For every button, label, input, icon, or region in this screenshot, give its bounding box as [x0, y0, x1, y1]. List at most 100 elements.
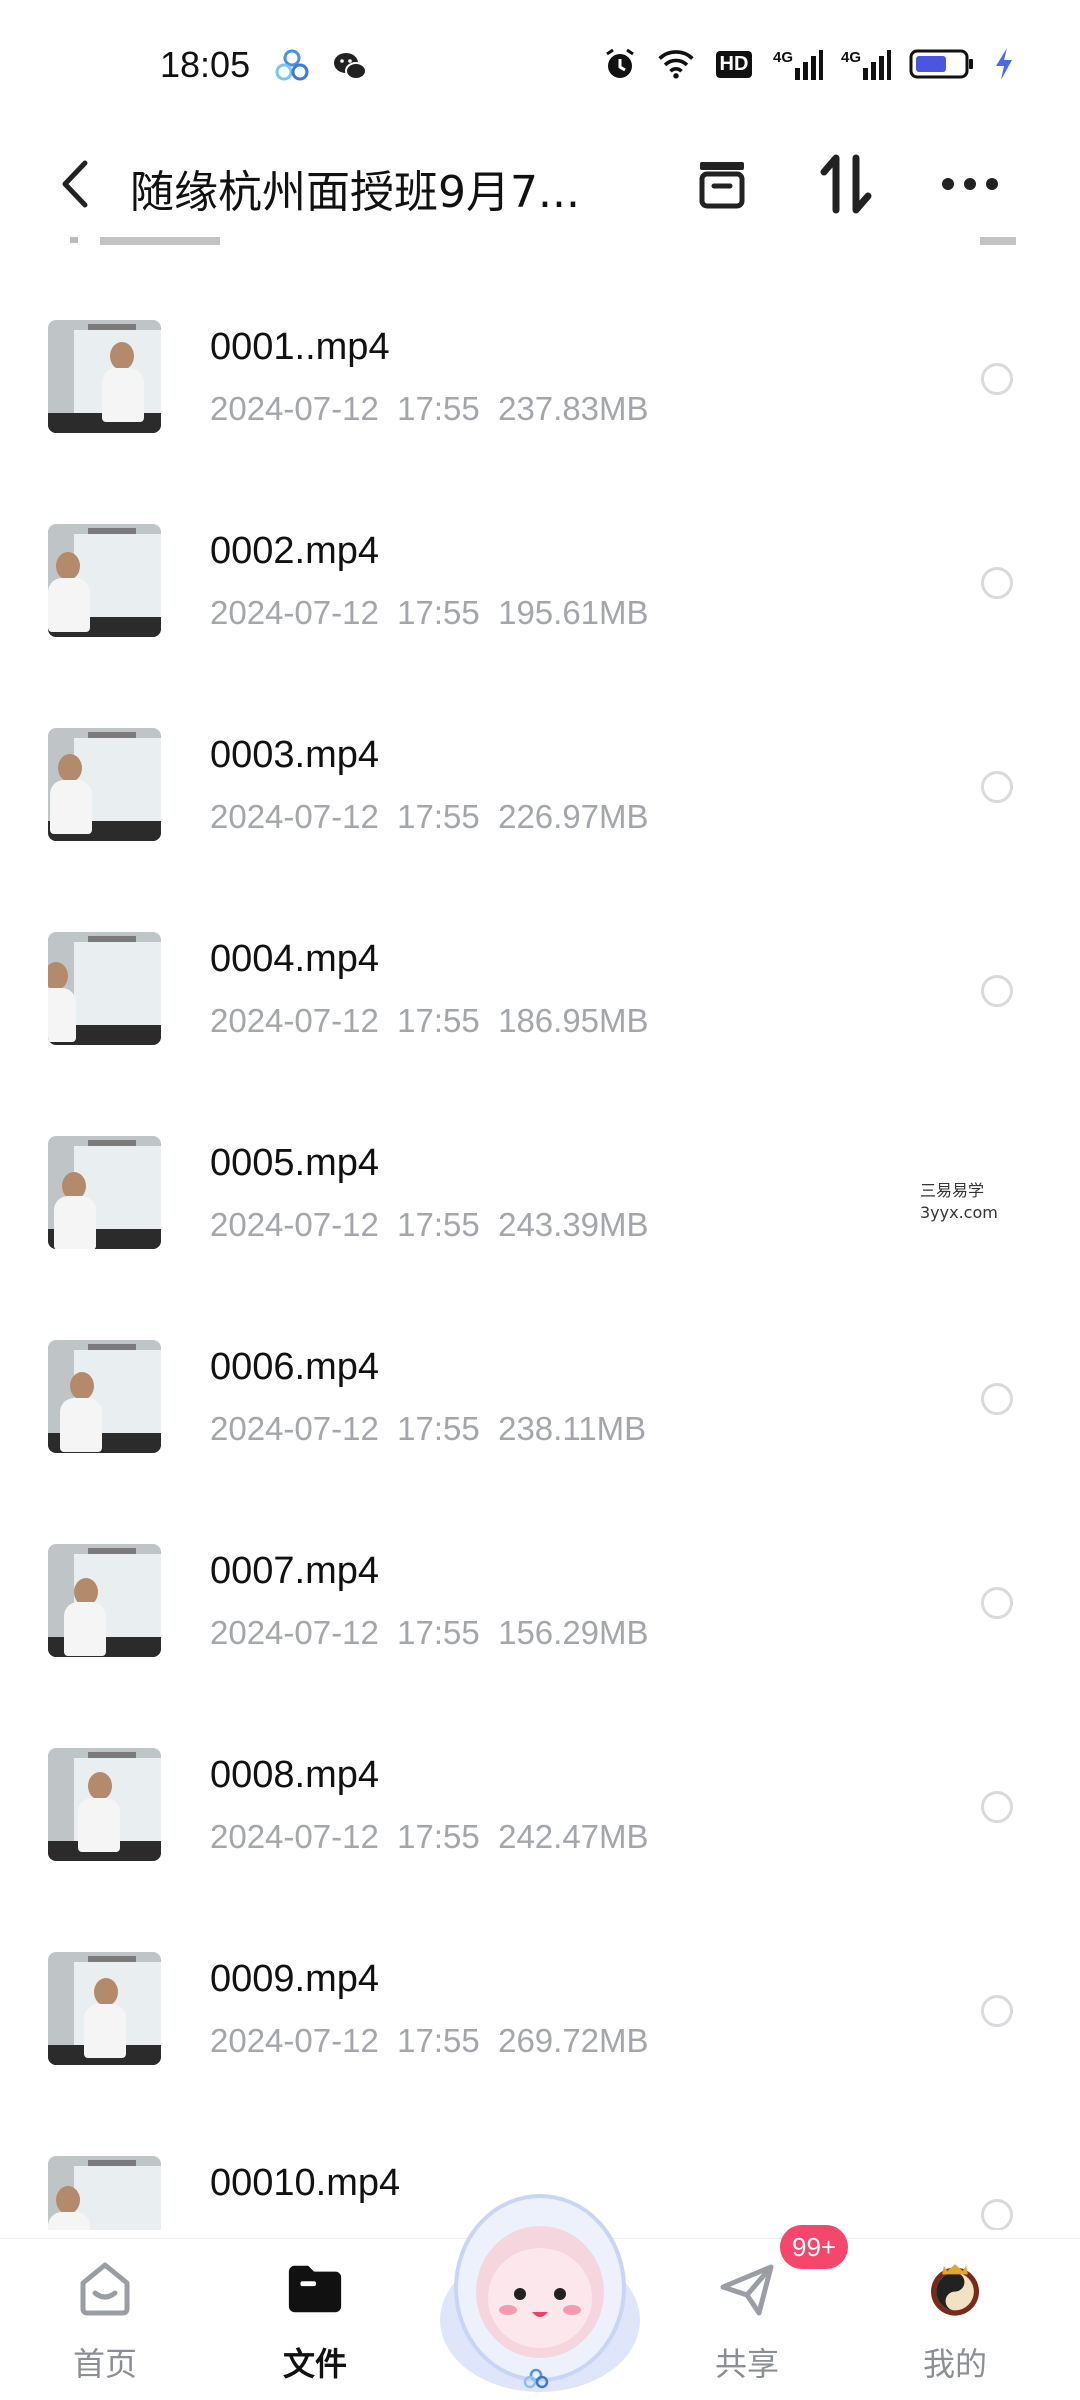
- wifi-icon: [656, 44, 696, 84]
- share-badge: 99+: [780, 2225, 849, 2269]
- top-app-bar: 随缘杭州面授班9月7...: [0, 130, 1080, 240]
- archive-button[interactable]: [686, 148, 758, 220]
- file-meta: 2024-07-12 17:55 186.95MB: [210, 1002, 649, 1040]
- file-row[interactable]: 0009.mp4 2024-07-12 17:55 269.72MB: [0, 1932, 1080, 2136]
- hd-label: HD: [715, 50, 753, 78]
- video-thumbnail: [48, 932, 161, 1045]
- select-checkbox[interactable]: [981, 1383, 1013, 1415]
- file-size: 226.97MB: [498, 798, 649, 835]
- file-date: 2024-07-12: [210, 2022, 379, 2059]
- file-name: 0007.mp4: [210, 1550, 380, 1592]
- file-meta: 2024-07-12 17:55 238.11MB: [210, 1410, 646, 1448]
- video-thumbnail: [48, 1952, 161, 2065]
- file-name: 0008.mp4: [210, 1754, 380, 1796]
- file-meta: 2024-07-12 17:55 156.29MB: [210, 1614, 649, 1652]
- file-meta: 2024-07-12 17:55 237.83MB: [210, 390, 649, 428]
- select-checkbox[interactable]: [981, 1791, 1013, 1823]
- select-checkbox[interactable]: [981, 363, 1013, 395]
- file-time: 17:55: [397, 1614, 480, 1651]
- file-date: 2024-07-12: [210, 594, 379, 631]
- file-time: 17:55: [397, 798, 480, 835]
- folder-title: 随缘杭州面授班9月7...: [130, 167, 580, 218]
- video-thumbnail: [48, 1748, 161, 1861]
- video-thumbnail: [48, 1340, 161, 1453]
- select-checkbox[interactable]: [981, 975, 1013, 1007]
- hidden-toolbar-row: [60, 236, 1020, 250]
- file-date: 2024-07-12: [210, 390, 379, 427]
- watermark-line1: 三易易学: [920, 1181, 985, 1200]
- file-time: 17:55: [397, 1002, 480, 1039]
- sort-icon: [820, 154, 872, 214]
- file-meta: 2024-07-12 17:55 243.39MB: [210, 1206, 649, 1244]
- hd-icon: HD: [712, 44, 756, 84]
- file-size: 156.29MB: [498, 1614, 649, 1651]
- nav-files[interactable]: 文件: [240, 2239, 390, 2400]
- alarm-icon: [600, 44, 640, 84]
- video-thumbnail: [48, 728, 161, 841]
- video-thumbnail: [48, 1136, 161, 1249]
- nav-me-label: 我的: [922, 2345, 987, 2383]
- file-row[interactable]: 0005.mp4 2024-07-12 17:55 243.39MB: [0, 1116, 1080, 1320]
- nav-home[interactable]: 首页: [30, 2239, 180, 2400]
- video-thumbnail: [48, 1544, 161, 1657]
- file-date: 2024-07-12: [210, 1410, 379, 1447]
- file-meta: 2024-07-12 17:55 226.97MB: [210, 798, 649, 836]
- file-row[interactable]: 0001..mp4 2024-07-12 17:55 237.83MB: [0, 300, 1080, 504]
- more-button[interactable]: [934, 148, 1006, 220]
- file-row[interactable]: 0007.mp4 2024-07-12 17:55 156.29MB: [0, 1524, 1080, 1728]
- file-row[interactable]: 0008.mp4 2024-07-12 17:55 242.47MB: [0, 1728, 1080, 1932]
- nav-files-label: 文件: [282, 2345, 347, 2383]
- file-row[interactable]: 0004.mp4 2024-07-12 17:55 186.95MB: [0, 912, 1080, 1116]
- file-row[interactable]: 0006.mp4 2024-07-12 17:55 238.11MB: [0, 1320, 1080, 1524]
- file-name: 0003.mp4: [210, 734, 380, 776]
- mascot-assistant-icon: [440, 2194, 640, 2392]
- file-meta: 2024-07-12 17:55 269.72MB: [210, 2022, 649, 2060]
- video-thumbnail: [48, 524, 161, 637]
- nav-home-label: 首页: [72, 2345, 137, 2383]
- nav-share-label: 共享: [714, 2345, 779, 2383]
- charging-icon: [992, 44, 1016, 84]
- watermark-line2: 3yyx.com: [920, 1203, 998, 1222]
- file-name: 0006.mp4: [210, 1346, 380, 1388]
- watermark: 三易易学 3yyx.com: [920, 1180, 998, 1224]
- file-name: 00010.mp4: [210, 2162, 401, 2204]
- select-checkbox[interactable]: [981, 1995, 1013, 2027]
- archive-box-icon: [699, 162, 745, 209]
- file-time: 17:55: [397, 594, 480, 631]
- signal-4g-icon: 4G: [772, 44, 824, 84]
- file-time: 17:55: [397, 1818, 480, 1855]
- file-name: 0005.mp4: [210, 1142, 380, 1184]
- file-name: 0004.mp4: [210, 938, 380, 980]
- wechat-icon: [330, 46, 370, 86]
- file-name: 0001..mp4: [210, 326, 390, 368]
- file-row[interactable]: 0003.mp4 2024-07-12 17:55 226.97MB: [0, 708, 1080, 912]
- mascot-assistant-button[interactable]: [432, 2170, 648, 2400]
- status-time: 18:05: [160, 44, 251, 85]
- video-thumbnail: [48, 320, 161, 433]
- file-date: 2024-07-12: [210, 1002, 379, 1039]
- svg-text:4G: 4G: [773, 49, 793, 66]
- back-button[interactable]: [46, 152, 102, 216]
- video-thumbnail: [48, 2156, 161, 2230]
- select-checkbox[interactable]: [981, 567, 1013, 599]
- select-checkbox[interactable]: [981, 2199, 1013, 2230]
- file-date: 2024-07-12: [210, 798, 379, 835]
- file-size: 186.95MB: [498, 1002, 649, 1039]
- file-row[interactable]: 0002.mp4 2024-07-12 17:55 195.61MB: [0, 504, 1080, 708]
- file-name: 0002.mp4: [210, 530, 380, 572]
- more-icon: [942, 178, 998, 190]
- paper-plane-icon: [717, 2259, 777, 2319]
- file-date: 2024-07-12: [210, 1818, 379, 1855]
- file-time: 17:55: [397, 1206, 480, 1243]
- file-size: 269.72MB: [498, 2022, 649, 2059]
- select-checkbox[interactable]: [981, 1587, 1013, 1619]
- file-name: 0009.mp4: [210, 1958, 380, 2000]
- file-meta: 2024-07-12 17:55 195.61MB: [210, 594, 649, 632]
- battery-icon: [908, 44, 976, 84]
- nav-me[interactable]: 我的: [880, 2239, 1030, 2400]
- chevron-left-icon: [62, 160, 88, 208]
- file-meta: 2024-07-12 17:55 242.47MB: [210, 1818, 649, 1856]
- file-size: 243.39MB: [498, 1206, 649, 1243]
- sort-button[interactable]: [810, 148, 882, 220]
- select-checkbox[interactable]: [981, 771, 1013, 803]
